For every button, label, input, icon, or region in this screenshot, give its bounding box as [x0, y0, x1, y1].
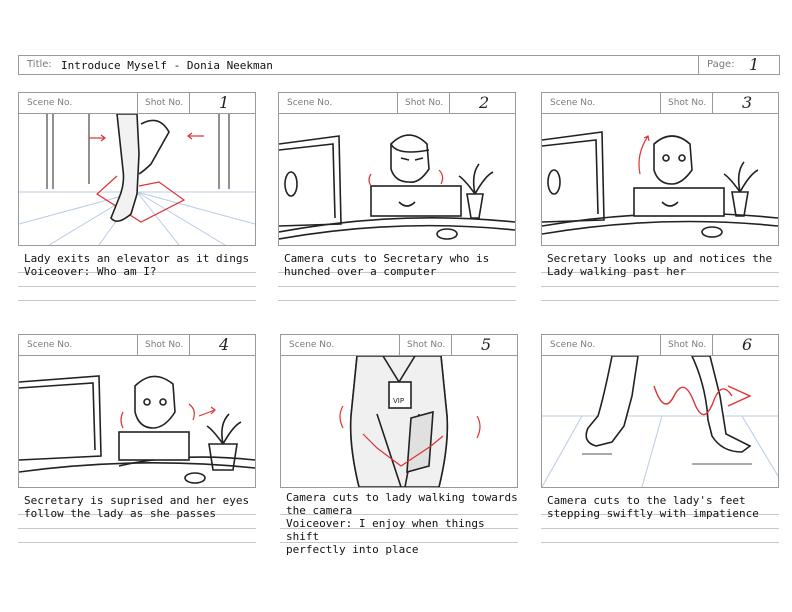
shot-label: Shot No. — [405, 98, 444, 108]
shot-label: Shot No. — [145, 98, 184, 108]
scene-label: Scene No. — [289, 340, 335, 350]
panel-header: Scene No. Shot No. 1 — [19, 93, 255, 114]
shot-label: Shot No. — [407, 340, 446, 350]
panel-frame: Scene No. Shot No. 5 VIP — [280, 334, 518, 488]
shot-number: 4 — [219, 335, 230, 354]
scene-label: Scene No. — [27, 98, 73, 108]
panel-description: Secretary is suprised and her eyes follo… — [24, 494, 250, 520]
sketch-lady-walking: VIP — [339, 356, 481, 487]
title-value: Introduce Myself - Donia Neekman — [61, 59, 273, 72]
shot-number: 2 — [479, 93, 490, 112]
shot-label: Shot No. — [668, 98, 707, 108]
panel-frame: Scene No. Shot No. 6 — [541, 334, 779, 488]
title-label: Title: — [27, 59, 52, 70]
panel-header: Scene No. Shot No. 6 — [542, 335, 778, 356]
shot-number: 3 — [742, 93, 753, 112]
shot-label: Shot No. — [668, 340, 707, 350]
page-box: Page: 1 — [698, 55, 779, 74]
sketch-lady-feet — [542, 356, 778, 487]
page-number: 1 — [749, 55, 760, 74]
page-label: Page: — [707, 59, 735, 70]
panel-frame: Scene No. Shot No. 1 — [18, 92, 256, 246]
panel-frame: Scene No. Shot No. 4 — [18, 334, 256, 488]
panel-header: Scene No. Shot No. 4 — [19, 335, 255, 356]
scene-label: Scene No. — [550, 340, 596, 350]
panel-frame: Scene No. Shot No. 2 — [278, 92, 516, 246]
panel-header: Scene No. Shot No. 5 — [281, 335, 517, 356]
vip-badge-text: VIP — [393, 397, 404, 405]
sketch-secretary-surprised — [19, 375, 255, 484]
sketch-secretary-computer — [279, 134, 515, 240]
sketch-secretary-looks-up — [542, 131, 778, 238]
panel-description: Camera cuts to lady walking towards the … — [286, 491, 518, 556]
scene-label: Scene No. — [287, 98, 333, 108]
panel-description: Camera cuts to Secretary who is hunched … — [284, 252, 490, 278]
panel-header: Scene No. Shot No. 3 — [542, 93, 778, 114]
shot-label: Shot No. — [145, 340, 184, 350]
shot-number: 5 — [481, 335, 492, 354]
panel-frame: Scene No. Shot No. 3 — [541, 92, 779, 246]
shot-number: 6 — [742, 335, 753, 354]
panel-description: Lady exits an elevator as it dings Voice… — [24, 252, 250, 278]
sketch-elevator-heels — [19, 114, 255, 245]
shot-number: 1 — [219, 93, 230, 112]
panel-header: Scene No. Shot No. 2 — [279, 93, 515, 114]
title-bar: Title: Introduce Myself - Donia Neekman … — [18, 55, 780, 75]
panel-description: Camera cuts to the lady's feet stepping … — [547, 494, 759, 520]
scene-label: Scene No. — [550, 98, 596, 108]
panel-description: Secretary looks up and notices the Lady … — [547, 252, 773, 278]
scene-label: Scene No. — [27, 340, 73, 350]
